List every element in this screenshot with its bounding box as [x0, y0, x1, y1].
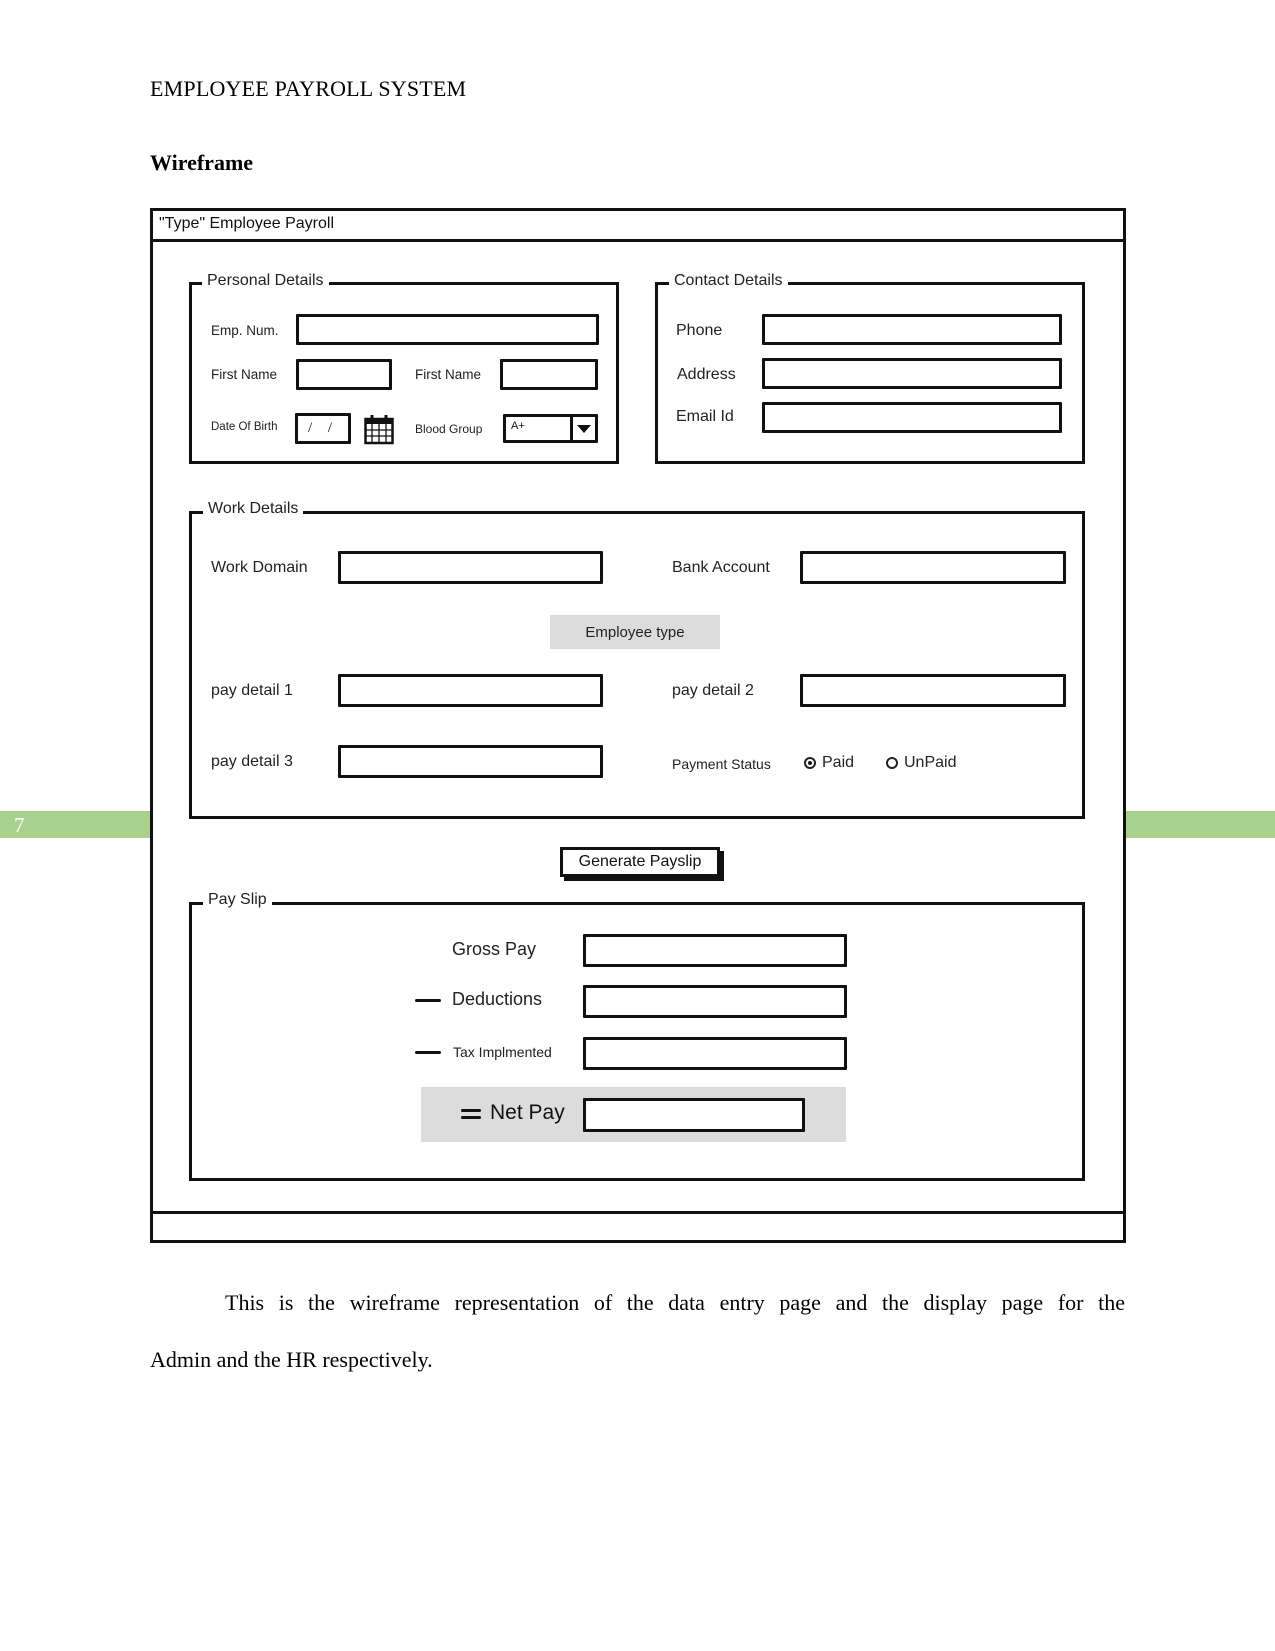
email-input[interactable]	[762, 402, 1062, 433]
blood-group-label: Blood Group	[415, 422, 483, 436]
first-name-input[interactable]	[296, 359, 392, 390]
deductions-output	[583, 985, 847, 1018]
calendar-icon[interactable]	[364, 413, 394, 445]
work-details-legend: Work Details	[203, 500, 304, 518]
address-input[interactable]	[762, 358, 1062, 389]
deductions-label: Deductions	[452, 989, 543, 1009]
radio-paid[interactable]: Paid	[804, 754, 854, 772]
phone-input[interactable]	[762, 314, 1062, 345]
gross-pay-output	[583, 934, 847, 967]
work-domain-label: Work Domain	[211, 559, 308, 576]
wireframe-window: "Type" Employee Payroll Personal Details…	[150, 208, 1126, 1243]
pay-slip-legend: Pay Slip	[203, 891, 272, 909]
emp-num-label: Emp. Num.	[211, 323, 279, 338]
first-name-label: First Name	[211, 367, 278, 382]
radio-selected-icon[interactable]	[804, 757, 816, 769]
employee-type-button[interactable]: Employee type	[550, 615, 720, 649]
personal-details-legend: Personal Details	[202, 272, 329, 290]
pay-detail-1-input[interactable]	[338, 674, 603, 707]
contact-details-legend: Contact Details	[669, 272, 788, 290]
running-header: EMPLOYEE PAYROLL SYSTEM	[150, 76, 467, 101]
equals-icon	[461, 1109, 481, 1119]
email-label: Email Id	[676, 408, 734, 425]
radio-unpaid-label: UnPaid	[904, 754, 957, 771]
dob-label: Date Of Birth	[211, 421, 278, 433]
pay-detail-2-input[interactable]	[800, 674, 1066, 707]
section-heading: Wireframe	[150, 150, 254, 175]
dob-input[interactable]: / /	[295, 413, 351, 444]
pay-detail-3-input[interactable]	[338, 745, 603, 778]
blood-group-select[interactable]: A+	[503, 414, 598, 443]
pay-detail-3-label: pay detail 3	[211, 753, 293, 770]
blood-group-value: A+	[511, 420, 525, 432]
radio-paid-label: Paid	[822, 754, 855, 771]
radio-unselected-icon[interactable]	[886, 757, 898, 769]
page-number: 7	[14, 813, 25, 837]
pay-detail-1-label: pay detail 1	[211, 682, 293, 699]
net-pay-label: Net Pay	[490, 1101, 565, 1124]
work-domain-input[interactable]	[338, 551, 603, 584]
body-paragraph: This is the wireframe representation of …	[150, 1274, 1125, 1388]
generate-payslip-button[interactable]: Generate Payslip	[560, 847, 720, 877]
minus-icon	[415, 1051, 441, 1054]
emp-num-input[interactable]	[296, 314, 599, 345]
gross-pay-label: Gross Pay	[452, 939, 537, 959]
address-label: Address	[677, 366, 736, 383]
window-titlebar: "Type" Employee Payroll	[153, 211, 1123, 242]
payment-status-label: Payment Status	[672, 756, 771, 772]
net-pay-output	[583, 1098, 805, 1132]
radio-unpaid[interactable]: UnPaid	[886, 754, 956, 772]
window-title: "Type" Employee Payroll	[159, 215, 334, 232]
bank-account-input[interactable]	[800, 551, 1066, 584]
tax-implemented-label: Tax Implmented	[453, 1044, 552, 1060]
tax-implemented-output	[583, 1037, 847, 1070]
phone-label: Phone	[676, 322, 723, 339]
paragraph-line-2: Admin and the HR respectively.	[150, 1347, 433, 1372]
first-name-label-2: First Name	[415, 367, 482, 382]
minus-icon	[415, 999, 441, 1002]
pay-detail-2-label: pay detail 2	[672, 682, 754, 699]
paragraph-line-1: This is the wireframe representation of …	[225, 1290, 1125, 1315]
bank-account-label: Bank Account	[672, 559, 770, 576]
window-statusbar	[153, 1211, 1123, 1214]
dropdown-arrow-icon[interactable]	[570, 417, 595, 440]
first-name-input-2[interactable]	[500, 359, 598, 390]
